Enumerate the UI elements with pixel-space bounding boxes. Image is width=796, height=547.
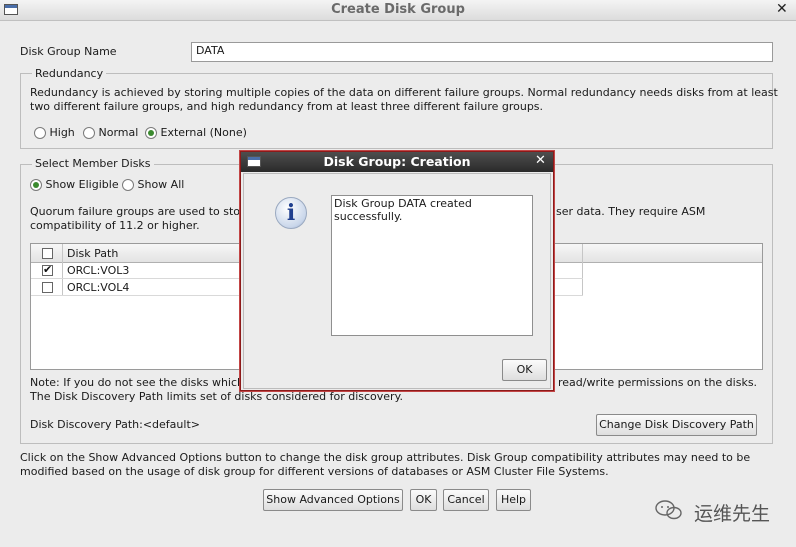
advanced-info-text-2: modified based on the usage of disk grou…: [20, 465, 609, 478]
ok-button[interactable]: OK: [410, 489, 437, 511]
title-bar: Create Disk Group ✕: [0, 0, 796, 21]
radio-high[interactable]: High: [34, 126, 75, 139]
quorum-text-2: compatibility of 11.2 or higher.: [30, 219, 200, 232]
radio-external-circle[interactable]: [145, 127, 157, 139]
radio-normal-label: Normal: [98, 126, 139, 139]
radio-external[interactable]: External (None): [145, 126, 247, 139]
disk-path-cell: ORCL:VOL3: [67, 264, 130, 277]
row-checkbox[interactable]: [42, 282, 53, 293]
dialog-ok-button[interactable]: OK: [502, 359, 547, 381]
disk-group-name-input[interactable]: DATA: [191, 42, 773, 62]
radio-show-eligible-circle[interactable]: [30, 179, 42, 191]
close-icon[interactable]: ✕: [776, 1, 788, 17]
disk-path-cell: ORCL:VOL4: [67, 281, 130, 294]
radio-show-all[interactable]: Show All: [122, 178, 184, 191]
show-advanced-options-button[interactable]: Show Advanced Options: [263, 489, 403, 511]
radio-show-eligible-label: Show Eligible: [45, 178, 119, 191]
cancel-button[interactable]: Cancel: [443, 489, 489, 511]
message-line-1: Disk Group DATA created: [334, 197, 472, 210]
radio-external-label: External (None): [160, 126, 247, 139]
quorum-text: Quorum failure groups are used to stor: [30, 205, 245, 218]
row-checkbox[interactable]: [42, 263, 53, 276]
radio-high-circle[interactable]: [34, 127, 46, 139]
note-text: Note: If you do not see the disks which: [30, 376, 245, 389]
dialog-close-icon[interactable]: ✕: [535, 153, 546, 168]
disk-group-name-label: Disk Group Name: [20, 45, 117, 58]
disk-path-header[interactable]: Disk Path: [67, 247, 118, 260]
message-box: Disk Group DATA created successfully.: [331, 195, 533, 336]
radio-normal[interactable]: Normal: [83, 126, 138, 139]
note-text-right: read/write permissions on the disks.: [558, 376, 758, 389]
advanced-info-text: Click on the Show Advanced Options butto…: [20, 451, 751, 464]
select-all-checkbox[interactable]: [42, 248, 53, 259]
quorum-text-right: ser data. They require ASM: [556, 205, 706, 218]
member-disks-legend: Select Member Disks: [32, 157, 154, 170]
creation-dialog: Disk Group: Creation ✕ i Disk Group DATA…: [240, 151, 554, 391]
radio-show-all-circle[interactable]: [122, 179, 134, 191]
redundancy-description-2: two different failure groups, and high r…: [30, 100, 544, 113]
radio-show-all-label: Show All: [137, 178, 185, 191]
dialog-title-bar: Disk Group: Creation ✕: [241, 152, 553, 172]
radio-high-label: High: [49, 126, 75, 139]
help-button[interactable]: Help: [496, 489, 531, 511]
discovery-path-label: Disk Discovery Path:<default>: [30, 418, 200, 431]
radio-show-eligible[interactable]: Show Eligible: [30, 178, 119, 191]
watermark-text: 运维先生: [694, 503, 771, 525]
radio-normal-circle[interactable]: [83, 127, 95, 139]
note-text-2: The Disk Discovery Path limits set of di…: [30, 390, 404, 403]
change-discovery-path-button[interactable]: Change Disk Discovery Path: [596, 414, 757, 436]
dialog-title: Disk Group: Creation: [323, 154, 471, 169]
redundancy-legend: Redundancy: [32, 67, 107, 80]
info-icon: i: [275, 197, 307, 229]
message-line-2: successfully.: [334, 210, 403, 223]
redundancy-description: Redundancy is achieved by storing multip…: [30, 86, 778, 99]
wechat-logo: [655, 500, 682, 520]
window-title: Create Disk Group: [331, 2, 465, 17]
